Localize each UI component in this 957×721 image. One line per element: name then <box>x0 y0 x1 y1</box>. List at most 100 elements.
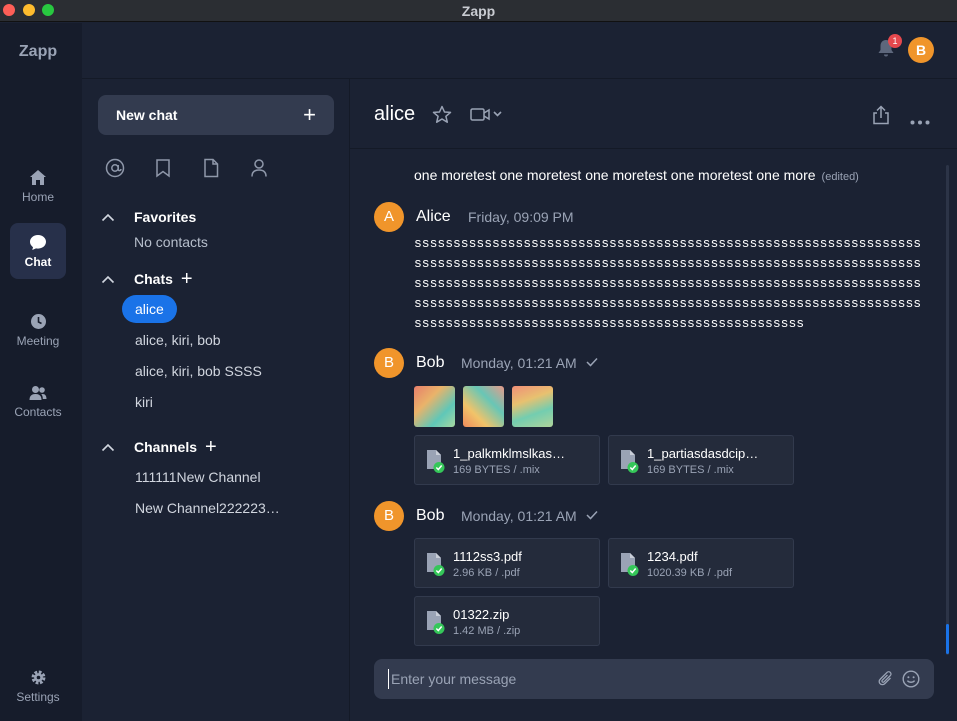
file-meta: 1.42 MB / .zip <box>453 625 521 637</box>
sender-name[interactable]: Bob <box>416 354 444 372</box>
nav-rail: Zapp Home Chat Meeting Contacts Settings <box>0 23 82 721</box>
file-attachment[interactable]: 1112ss3.pdf 2.96 KB / .pdf <box>414 538 600 588</box>
user-avatar[interactable]: B <box>908 37 934 63</box>
file-attachment[interactable]: 01322.zip 1.42 MB / .zip <box>414 596 600 646</box>
share-icon <box>873 105 889 125</box>
saved-filter-button[interactable] <box>152 157 174 179</box>
message-text: one moretest one moretest one moretest o… <box>414 167 859 183</box>
image-thumbnail[interactable] <box>414 386 455 427</box>
file-attachment[interactable]: 1234.pdf 1020.39 KB / .pdf <box>608 538 794 588</box>
file-ok-icon <box>427 553 445 576</box>
sent-check-icon <box>586 357 598 367</box>
file-attachment[interactable]: 1_partiasdasdcip… 169 BYTES / .mix <box>608 435 794 485</box>
chats-title: Chats <box>134 271 173 287</box>
video-camera-icon <box>470 108 502 121</box>
nav-meeting[interactable]: Meeting <box>10 302 66 358</box>
emoji-button[interactable] <box>902 670 920 693</box>
file-ok-icon <box>427 611 445 634</box>
nav-meeting-label: Meeting <box>16 333 60 348</box>
more-options-button[interactable] <box>910 112 930 130</box>
attach-button[interactable] <box>878 670 894 693</box>
notification-badge: 1 <box>888 34 902 48</box>
nav-home[interactable]: Home <box>10 158 66 214</box>
chat-item-kiri[interactable]: kiri <box>122 388 166 416</box>
paperclip-icon <box>878 671 892 686</box>
file-meta: 169 BYTES / .mix <box>453 464 540 476</box>
image-thumbnail[interactable] <box>512 386 553 427</box>
chevron-up-icon <box>101 275 115 283</box>
app-brand: Zapp <box>18 43 58 60</box>
file-name: 01322.zip <box>453 607 510 622</box>
file-name: 1112ss3.pdf <box>453 549 522 564</box>
channel-item[interactable]: 111111New Channel <box>122 463 274 491</box>
message-input[interactable] <box>388 669 858 689</box>
message-time: Monday, 01:21 AM <box>461 508 577 524</box>
file-attachment[interactable]: 1_palkmklmslkas… 169 BYTES / .mix <box>414 435 600 485</box>
message-composer <box>374 659 934 699</box>
filter-row <box>104 157 270 179</box>
message-text: ssssssssssssssssssssssssssssssssssssssss… <box>414 236 922 331</box>
gear-icon <box>31 670 45 684</box>
file-name: 1234.pdf <box>647 549 698 564</box>
file-ok-icon <box>621 553 639 576</box>
file-meta: 1020.39 KB / .pdf <box>647 567 733 579</box>
message-time: Monday, 01:21 AM <box>461 355 577 371</box>
chats-header[interactable]: Chats + <box>100 269 193 289</box>
nav-home-label: Home <box>21 189 54 204</box>
sender-name[interactable]: Bob <box>416 507 444 525</box>
message-scrollbar[interactable] <box>946 165 949 655</box>
add-chat-icon[interactable]: + <box>181 269 193 289</box>
home-icon <box>30 169 46 185</box>
avatar[interactable]: B <box>374 501 404 531</box>
new-chat-label: New chat <box>116 107 178 123</box>
chat-title: alice <box>374 103 416 125</box>
top-bar: 1 B <box>82 23 957 79</box>
video-call-button[interactable] <box>470 107 504 127</box>
chat-item-group[interactable]: alice, kiri, bob <box>122 326 234 354</box>
favorites-title: Favorites <box>134 209 197 225</box>
chat-icon <box>30 234 46 250</box>
file-name: 1_partiasdasdcip… <box>647 446 759 461</box>
share-button[interactable] <box>872 105 890 130</box>
nav-contacts[interactable]: Contacts <box>10 374 66 430</box>
sent-check-icon <box>586 510 598 520</box>
avatar[interactable]: B <box>374 348 404 378</box>
files-filter-button[interactable] <box>200 157 222 179</box>
chat-list-panel: New chat + Favorites No contacts Chats +… <box>82 79 350 721</box>
add-channel-icon[interactable]: + <box>205 437 217 457</box>
mentions-filter-button[interactable] <box>104 157 126 179</box>
person-icon <box>251 159 267 177</box>
favorites-header[interactable]: Favorites <box>100 209 196 225</box>
channels-header[interactable]: Channels + <box>100 437 217 457</box>
first-message-text: one moretest one moretest one moretest o… <box>414 167 816 183</box>
window-title: Zapp <box>461 3 496 19</box>
edited-label: (edited) <box>821 171 859 183</box>
window-titlebar: Zapp <box>0 0 957 22</box>
file-ok-icon <box>621 450 639 473</box>
message-list[interactable]: one moretest one moretest one moretest o… <box>350 150 957 655</box>
clock-icon <box>30 313 46 329</box>
file-meta: 169 BYTES / .mix <box>647 464 734 476</box>
chat-item-alice[interactable]: alice <box>122 295 177 323</box>
plus-icon: + <box>303 102 316 127</box>
new-chat-button[interactable]: New chat + <box>98 95 334 135</box>
channels-title: Channels <box>134 439 198 455</box>
people-filter-button[interactable] <box>248 157 270 179</box>
image-thumbnail[interactable] <box>463 386 504 427</box>
notifications-button[interactable]: 1 <box>877 34 902 63</box>
chat-item-group-ssss[interactable]: alice, kiri, bob SSSS <box>122 357 275 385</box>
sender-name[interactable]: Alice <box>416 208 451 226</box>
nav-contacts-label: Contacts <box>14 405 62 419</box>
nav-chat[interactable]: Chat <box>10 223 66 279</box>
star-icon <box>432 105 452 123</box>
contacts-icon <box>29 386 47 400</box>
channel-item[interactable]: New Channel222223… <box>122 494 293 522</box>
avatar[interactable]: A <box>374 202 404 232</box>
chevron-up-icon <box>101 443 115 451</box>
more-horizontal-icon <box>910 120 930 125</box>
scrollbar-thumb[interactable] <box>946 624 949 654</box>
nav-settings[interactable]: Settings <box>10 658 66 714</box>
favorites-empty: No contacts <box>134 234 208 250</box>
favorite-button[interactable] <box>432 105 452 129</box>
file-ok-icon <box>427 450 445 473</box>
